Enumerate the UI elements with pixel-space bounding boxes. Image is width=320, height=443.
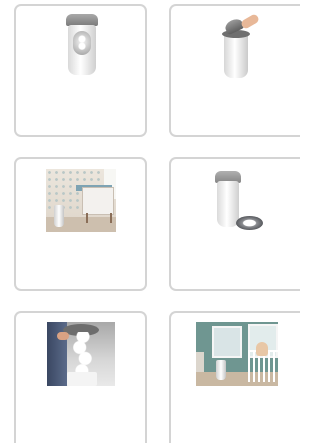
- nursery-cot-room-image: [196, 322, 278, 386]
- nappy-bin-with-refill-cassette-image: [211, 169, 267, 235]
- nursery-changing-table-image: [46, 169, 116, 232]
- gallery-thumbnail-5[interactable]: [14, 311, 147, 443]
- gallery-thumbnail-3[interactable]: [14, 157, 147, 291]
- gallery-thumbnail-2[interactable]: [169, 4, 300, 137]
- nappy-chain-pull-image: [47, 322, 115, 386]
- nappy-bin-lid-open-image: [219, 14, 261, 80]
- gallery-thumbnail-1[interactable]: [14, 4, 147, 137]
- nappy-bin-front-image: [64, 14, 100, 80]
- gallery-thumbnail-4[interactable]: [169, 157, 300, 291]
- product-image-gallery: [0, 0, 300, 443]
- gallery-thumbnail-6[interactable]: [169, 311, 300, 443]
